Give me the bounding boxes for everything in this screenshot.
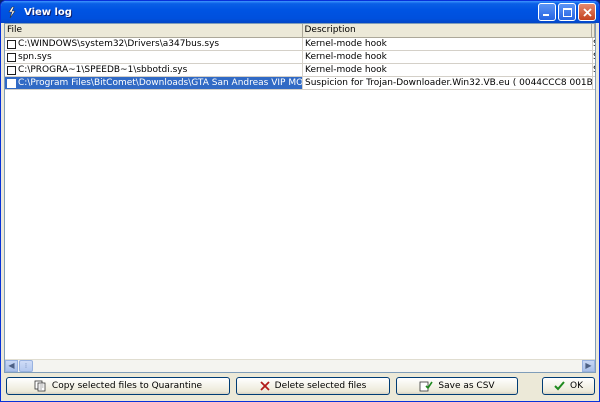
log-list[interactable]: File Description C:\WINDOWS\system32\Dri… — [4, 23, 596, 373]
title-bar[interactable]: View log — [1, 1, 599, 23]
copy-to-quarantine-label: Copy selected files to Quarantine — [51, 381, 203, 391]
minimize-icon — [543, 14, 549, 16]
row-checkbox[interactable] — [7, 52, 16, 62]
table-row-selected[interactable]: C:\Program Files\BitComet\Downloads\GTA … — [5, 77, 595, 90]
save-as-csv-label: Save as CSV — [438, 381, 495, 391]
chevron-right-icon: ▶ — [585, 361, 592, 370]
extra-column: S — [593, 51, 595, 63]
scroll-thumb[interactable]: ⁞ — [19, 360, 33, 372]
horizontal-scrollbar[interactable]: ◀ ⁞ ▶ — [5, 359, 595, 372]
file-path: C:\PROGRA~1\SPEEDB~1\sbbotdi.sys — [18, 65, 188, 75]
column-header-description[interactable]: Description — [303, 24, 592, 37]
check-icon — [554, 381, 565, 391]
close-icon — [582, 7, 592, 17]
extra-column: S — [593, 64, 595, 76]
table-row[interactable]: C:\WINDOWS\system32\Drivers\a347bus.sys … — [5, 38, 595, 51]
list-rows: C:\WINDOWS\system32\Drivers\a347bus.sys … — [5, 38, 595, 90]
save-csv-icon — [419, 380, 434, 392]
window-title: View log — [24, 6, 72, 18]
extra-column — [593, 77, 595, 89]
app-icon — [5, 5, 19, 19]
description: Kernel-mode hook — [303, 51, 593, 63]
file-path: spn.sys — [18, 52, 52, 62]
view-log-window: View log File Description C:\WINDOWS\sys… — [0, 0, 600, 402]
chevron-left-icon: ◀ — [8, 361, 15, 370]
maximize-icon — [562, 7, 572, 17]
row-checkbox[interactable] — [7, 78, 16, 88]
list-header: File Description — [5, 24, 595, 38]
maximize-button[interactable] — [558, 3, 576, 21]
description: Kernel-mode hook — [303, 64, 593, 76]
scroll-left-button[interactable]: ◀ — [5, 360, 18, 372]
delete-x-icon — [260, 381, 270, 391]
description: Kernel-mode hook — [303, 38, 593, 50]
copy-files-icon — [34, 380, 47, 392]
grip-icon: ⁞ — [24, 362, 28, 370]
ok-button[interactable]: OK — [542, 377, 595, 395]
column-header-extra[interactable] — [592, 24, 595, 37]
save-as-csv-button[interactable]: Save as CSV — [396, 377, 518, 395]
button-bar: Copy selected files to Quarantine Delete… — [1, 377, 599, 397]
extra-column: S — [593, 38, 595, 50]
scroll-right-button[interactable]: ▶ — [582, 360, 595, 372]
minimize-button[interactable] — [538, 3, 556, 21]
file-path: C:\Program Files\BitComet\Downloads\GTA … — [18, 78, 303, 88]
table-row[interactable]: spn.sys Kernel-mode hook S — [5, 51, 595, 64]
row-checkbox[interactable] — [7, 39, 16, 49]
delete-selected-files-label: Delete selected files — [274, 381, 367, 391]
close-button[interactable] — [578, 3, 596, 21]
column-header-file[interactable]: File — [5, 24, 303, 37]
file-path: C:\WINDOWS\system32\Drivers\a347bus.sys — [18, 39, 220, 49]
row-checkbox[interactable] — [7, 65, 16, 75]
table-row[interactable]: C:\PROGRA~1\SPEEDB~1\sbbotdi.sys Kernel-… — [5, 64, 595, 77]
ok-label: OK — [570, 381, 583, 391]
title-bar-buttons — [538, 3, 596, 21]
scroll-track[interactable] — [33, 360, 582, 372]
delete-selected-files-button[interactable]: Delete selected files — [236, 377, 390, 395]
copy-to-quarantine-button[interactable]: Copy selected files to Quarantine — [6, 377, 230, 395]
description: Suspicion for Trojan-Downloader.Win32.VB… — [305, 77, 593, 89]
